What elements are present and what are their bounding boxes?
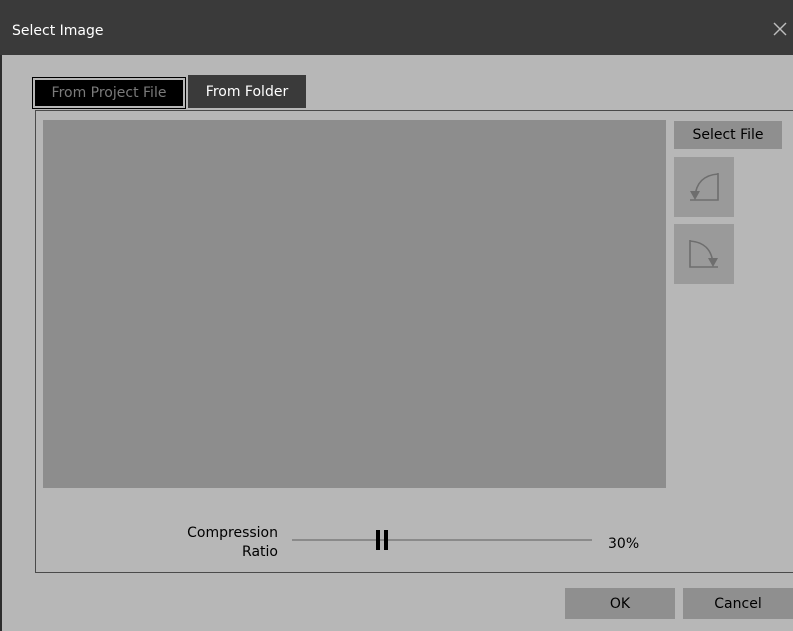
ok-button[interactable]: OK — [565, 588, 675, 619]
title-bar: Select Image — [0, 0, 793, 55]
compression-label-line1: Compression — [187, 525, 278, 541]
dialog-title: Select Image — [12, 23, 104, 39]
rotate-right-button[interactable] — [674, 224, 734, 284]
ok-label: OK — [609, 595, 631, 612]
cancel-button[interactable]: Cancel — [683, 588, 793, 619]
select-image-dialog: Select Image From Project File From Fold… — [0, 0, 793, 631]
image-preview-area — [43, 120, 666, 488]
slider-track — [292, 539, 592, 541]
close-icon — [773, 22, 787, 36]
select-file-label: Select File — [692, 127, 764, 143]
compression-label-line2: Ratio — [242, 544, 278, 560]
tab-from-project-file[interactable]: From Project File — [32, 77, 186, 109]
compression-slider[interactable] — [292, 530, 592, 550]
slider-thumb[interactable] — [376, 530, 388, 550]
rotate-right-icon — [689, 240, 718, 268]
cancel-label: Cancel — [714, 595, 762, 612]
close-button[interactable] — [769, 18, 791, 40]
tab-label: From Project File — [51, 85, 167, 101]
compression-ratio-label: Compression Ratio — [150, 524, 278, 562]
select-file-button[interactable]: Select File — [674, 121, 782, 149]
rotate-left-icon — [690, 173, 719, 201]
dialog-left-border — [0, 55, 2, 631]
compression-value: 30% — [608, 536, 640, 552]
tab-from-folder[interactable]: From Folder — [188, 75, 306, 108]
rotate-left-button[interactable] — [674, 157, 734, 217]
tab-label: From Folder — [205, 83, 289, 100]
